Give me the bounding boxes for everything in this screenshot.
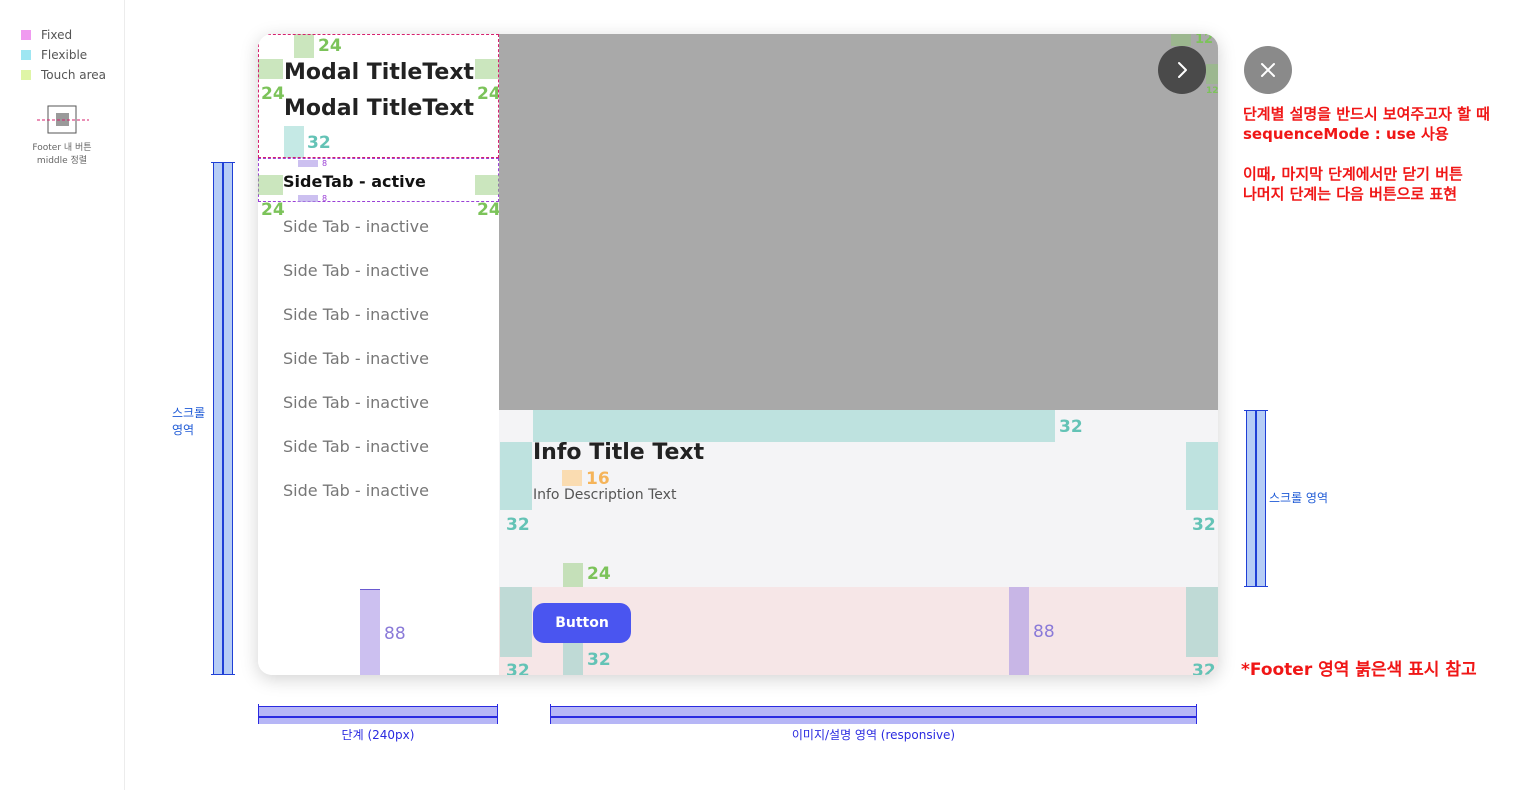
side-tab-inactive[interactable]: Side Tab - inactive	[283, 393, 429, 412]
legend-swatch-flexible	[21, 50, 31, 60]
spacing-value: 16	[586, 469, 610, 489]
side-tab-inactive[interactable]: Side Tab - inactive	[283, 261, 429, 280]
spacing-marker	[500, 587, 532, 657]
spacing-marker	[475, 175, 499, 195]
side-tab-inactive[interactable]: Side Tab - inactive	[283, 481, 429, 500]
spacing-value: 32	[1192, 515, 1216, 535]
legend-panel: Fixed Flexible Touch area Footer 내 버튼 mi…	[0, 0, 125, 790]
spacing-value: 8	[322, 159, 328, 168]
legend-swatch-touch-area	[21, 70, 31, 80]
side-tab-panel: 24 24 24 Modal TitleText Modal TitleText…	[258, 34, 501, 675]
width-cap	[550, 704, 551, 724]
spacing-marker	[1206, 64, 1218, 84]
width-bar-steps	[258, 706, 498, 724]
close-button-note: 이때, 마지막 단계에서만 닫기 버튼 나머지 단계는 다음 버튼으로 표현	[1243, 164, 1463, 204]
chevron-right-icon	[1178, 62, 1187, 78]
legend-swatch-fixed	[21, 30, 31, 40]
side-tab-inactive[interactable]: Side Tab - inactive	[283, 305, 429, 324]
scroll-label-line: 영역	[172, 423, 195, 437]
spacing-value: 24	[477, 200, 501, 220]
spacing-marker	[298, 160, 318, 167]
info-description: Info Description Text	[533, 487, 677, 503]
note-line: 이때, 마지막 단계에서만 닫기 버튼	[1243, 165, 1463, 183]
spacing-marker	[1009, 587, 1029, 675]
spacing-value: 32	[1192, 661, 1216, 675]
footer-note-line: Footer 내 버튼	[32, 143, 92, 153]
spacing-marker	[360, 589, 380, 675]
footer-area: 32 32 88 Button 32	[499, 587, 1218, 675]
spacing-value: 12	[1195, 34, 1214, 47]
middle-align-icon	[37, 105, 89, 135]
side-tab-inactive[interactable]: Side Tab - inactive	[283, 217, 429, 236]
note-line: sequenceMode : use 사용	[1243, 125, 1449, 143]
spacing-marker	[1186, 587, 1218, 657]
spacing-value: 88	[384, 624, 406, 644]
width-label-content: 이미지/설명 영역 (responsive)	[791, 728, 956, 742]
spacing-value: 32	[587, 650, 611, 670]
info-area: 32 Info Title Text 16 Info Description T…	[499, 410, 1218, 587]
legend-item-fixed: Fixed	[21, 28, 72, 42]
side-tab-inactive[interactable]: Side Tab - inactive	[283, 349, 429, 368]
title-area-outline	[258, 34, 499, 158]
side-tab-inactive[interactable]: Side Tab - inactive	[283, 437, 429, 456]
spacing-marker	[563, 643, 583, 675]
scroll-label-right: 스크롤 영역	[1269, 491, 1329, 505]
spacing-value: 32	[1059, 417, 1083, 437]
next-button[interactable]	[1158, 46, 1206, 94]
guide-canvas: Fixed Flexible Touch area Footer 내 버튼 mi…	[0, 0, 1527, 790]
width-cap	[258, 704, 259, 724]
legend-label: Fixed	[41, 28, 73, 42]
scroll-indicator-right	[1246, 410, 1266, 587]
close-icon	[1261, 63, 1275, 77]
spacing-value: 24	[587, 564, 611, 584]
width-cap	[1196, 704, 1197, 724]
width-bar-content	[550, 706, 1197, 724]
close-button[interactable]	[1244, 46, 1292, 94]
spacing-marker	[562, 470, 582, 486]
spacing-marker	[258, 175, 283, 195]
legend-item-flexible: Flexible	[21, 48, 87, 62]
spacing-marker	[1171, 34, 1191, 46]
info-title: Info Title Text	[533, 440, 705, 465]
spacing-marker	[563, 563, 583, 587]
spacing-value: 88	[1033, 622, 1055, 642]
scroll-cap	[1244, 410, 1268, 411]
spacing-marker	[298, 195, 318, 202]
legend-label: Touch area	[41, 68, 107, 82]
spacing-marker	[500, 442, 532, 510]
footer-middle-note: Footer 내 버튼 middle 정렬	[20, 142, 104, 168]
footer-color-note: *Footer 영역 붉은색 표시 참고	[1241, 660, 1477, 680]
spacing-value: 12	[1206, 86, 1218, 96]
legend-item-touch-area: Touch area	[21, 68, 106, 82]
side-tab-active[interactable]: SideTab - active	[283, 172, 426, 191]
scroll-cap	[1244, 586, 1268, 587]
note-line: 나머지 단계는 다음 버튼으로 표현	[1243, 185, 1458, 203]
width-label-steps: 단계 (240px)	[341, 728, 415, 742]
spacing-marker	[1186, 442, 1218, 510]
note-line: 단계별 설명을 반드시 보여주고자 할 때	[1243, 105, 1490, 123]
scroll-label-line: 스크롤	[172, 406, 206, 420]
spacing-marker	[533, 410, 1055, 442]
sequence-mode-note: 단계별 설명을 반드시 보여주고자 할 때 sequenceMode : use…	[1243, 104, 1490, 144]
scroll-indicator-left	[213, 162, 233, 675]
scroll-cap	[211, 674, 235, 675]
spacing-value: 32	[506, 515, 530, 535]
scroll-label-left: 스크롤 영역	[172, 405, 205, 439]
spacing-value: 32	[506, 661, 530, 675]
width-cap	[497, 704, 498, 724]
image-placeholder: 12 12	[499, 34, 1218, 410]
legend-label: Flexible	[41, 48, 88, 62]
spacing-value: 8	[322, 194, 328, 203]
modal: 24 24 24 Modal TitleText Modal TitleText…	[258, 34, 1218, 675]
spacing-value: 24	[261, 200, 285, 220]
footer-button[interactable]: Button	[533, 603, 631, 643]
scroll-cap	[211, 162, 235, 163]
footer-note-line: middle 정렬	[36, 156, 88, 166]
